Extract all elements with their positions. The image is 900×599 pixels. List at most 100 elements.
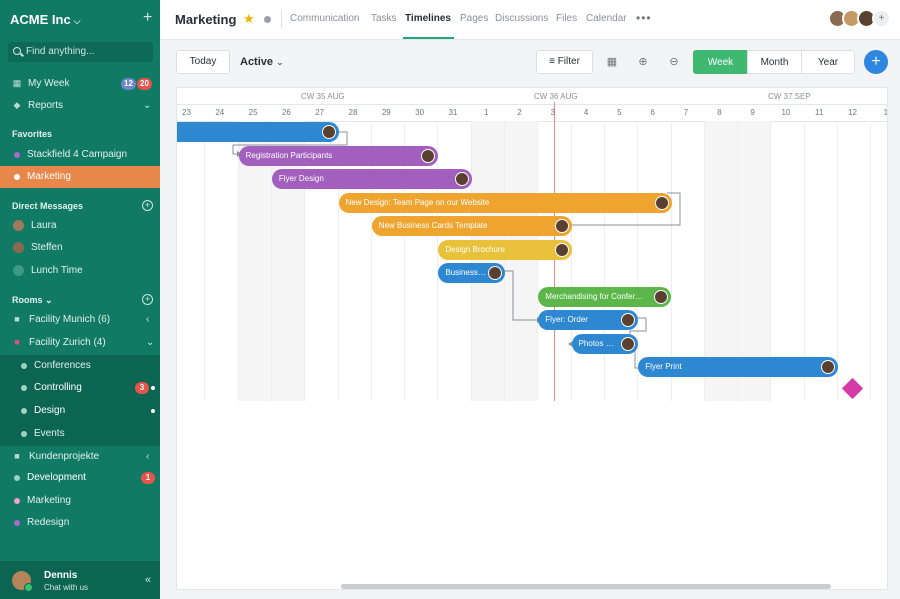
color-dot [21, 431, 27, 437]
tab-files[interactable]: Files [556, 13, 577, 24]
day-label: 10 [781, 108, 791, 117]
workspace-switcher[interactable]: ACME Inc ⌵ [10, 12, 81, 27]
sidebar-item-label: Facility Zurich (4) [29, 337, 106, 348]
rooms-heading[interactable]: Rooms ⌄ [12, 295, 53, 306]
chevron-down-icon: ⌄ [143, 100, 152, 111]
collapse-sidebar-icon[interactable]: « [145, 574, 151, 586]
sidebar-item-controlling[interactable]: Controlling 3 [0, 377, 160, 399]
tab-calendar[interactable]: Calendar [586, 13, 627, 24]
sidebar-item-dm[interactable]: Laura [0, 215, 160, 237]
calendar-icon[interactable]: ▦ [602, 52, 622, 72]
task-bar[interactable]: New Design: Team Page on our Website [338, 192, 672, 213]
task-label: Flyer: Order [545, 315, 588, 324]
user-avatar[interactable] [10, 569, 33, 592]
filter-button[interactable]: ≡ Filter [536, 50, 593, 74]
color-dot [14, 174, 20, 180]
search-input[interactable]: Find anything... [8, 42, 153, 62]
color-dot [21, 385, 27, 391]
sidebar-item-reports[interactable]: ◆ Reports ⌄ [0, 95, 160, 117]
sidebar-item-dm[interactable]: Steffen [0, 237, 160, 259]
day-label: 12 [848, 108, 857, 117]
today-button[interactable]: Today [176, 50, 230, 74]
add-member-button[interactable]: + [872, 9, 891, 28]
task-bar[interactable]: Business… [438, 263, 505, 283]
sidebar-item-label: Events [34, 428, 65, 439]
sidebar-item-design[interactable]: Design [0, 400, 160, 422]
sidebar-item-events[interactable]: Events [0, 423, 160, 445]
sidebar-item-development[interactable]: Development 1 [0, 467, 160, 489]
tab-communication[interactable]: Communication [290, 13, 359, 24]
task-label: New Design: Team Page on our Website [345, 197, 490, 207]
sidebar-item-label: Marketing [27, 171, 71, 182]
day-label: 31 [448, 108, 458, 117]
day-label: 1 [883, 108, 888, 117]
folder-icon: ■ [14, 337, 20, 347]
view-year-button[interactable]: Year [801, 50, 855, 74]
assignee-avatar [454, 172, 469, 186]
sidebar-item-label: Development [27, 472, 86, 483]
page-title: Marketing [175, 12, 237, 27]
color-dot [14, 520, 20, 526]
view-month-button[interactable]: Month [747, 50, 802, 74]
horizontal-scrollbar[interactable] [341, 584, 831, 589]
zoom-in-icon[interactable]: ⊕ [633, 52, 653, 72]
task-bar[interactable]: Registration Participants [238, 145, 439, 166]
sidebar-item-kundenprojekte[interactable]: ■ Kundenprojekte ‹ [0, 446, 160, 468]
count-badge: 20 [137, 78, 152, 90]
sidebar-item-facility-zurich[interactable]: ■ Facility Zurich (4) ⌄ [0, 332, 160, 354]
zoom-out-icon[interactable]: ⊖ [664, 52, 684, 72]
user-name[interactable]: Dennis [44, 570, 77, 581]
sidebar-item-my-week[interactable]: ▦ My Week 12 20 [0, 73, 160, 95]
chevron-left-icon: ‹ [146, 314, 150, 325]
sidebar-item-marketing[interactable]: Marketing [0, 490, 160, 512]
day-label: 25 [248, 108, 258, 117]
workspace-name: ACME Inc [10, 12, 71, 27]
task-bar[interactable]: Flyer Design [271, 169, 472, 189]
tab-pages[interactable]: Pages [460, 13, 488, 24]
sidebar-item-conferences[interactable]: Conferences [0, 355, 160, 377]
sidebar-item-favorite[interactable]: Stackfield 4 Campaign [0, 144, 160, 166]
sidebar-item-label: Controlling [34, 382, 82, 393]
task-label: Flyer Print [645, 362, 682, 371]
avatar [13, 220, 24, 231]
sidebar-item-facility-munich[interactable]: ■ Facility Munich (6) ‹ [0, 309, 160, 331]
assignee-avatar [554, 219, 569, 233]
sidebar-item-dm[interactable]: Lunch Time [0, 260, 160, 282]
status-filter-dropdown[interactable]: Active ⌄ [240, 56, 284, 68]
task-label: Flyer Design [278, 174, 324, 183]
sidebar-item-label: Conferences [34, 360, 91, 371]
tab-discussions[interactable]: Discussions [495, 13, 548, 24]
group-icon [13, 265, 24, 276]
star-icon[interactable]: ★ [243, 11, 255, 27]
add-task-button[interactable]: + [864, 50, 888, 74]
task-bar[interactable]: Flyer Print [638, 357, 838, 377]
day-label: 26 [281, 108, 291, 117]
task-bar[interactable]: Merchandising for Confer… [538, 286, 672, 307]
color-dot [21, 363, 27, 369]
sidebar-item-label: Kundenprojekte [29, 451, 100, 462]
top-bar: Marketing ★ Communication Tasks Timeline… [160, 0, 900, 40]
count-badge: 12 [121, 78, 136, 90]
view-week-button[interactable]: Week [693, 50, 748, 74]
user-status[interactable]: Chat with us [44, 583, 88, 592]
task-bar[interactable]: Design Brochure [438, 239, 572, 260]
sidebar-item-label: Design [34, 405, 66, 416]
sidebar-item-marketing-active[interactable]: Marketing [0, 166, 160, 188]
tab-timelines[interactable]: Timelines [405, 13, 451, 24]
day-label: 7 [683, 108, 689, 117]
tab-tasks[interactable]: Tasks [371, 13, 397, 24]
more-icon[interactable]: ••• [636, 11, 652, 25]
task-bar[interactable]: New Business Cards Template [371, 216, 572, 236]
zurich-subrooms: Conferences Controlling 3 Design Events [0, 355, 160, 446]
add-room-icon[interactable]: + [142, 294, 153, 305]
add-icon[interactable]: + [143, 9, 152, 27]
day-label: 28 [348, 108, 358, 117]
sidebar-item-redesign[interactable]: Redesign [0, 512, 160, 534]
add-dm-icon[interactable]: + [142, 200, 153, 211]
sidebar-item-label: My Week [28, 78, 70, 89]
task-bar[interactable] [177, 122, 339, 142]
task-label: Business… [445, 268, 486, 277]
user-footer: Dennis Chat with us « [0, 561, 160, 599]
task-bar[interactable]: Flyer: Order [538, 310, 639, 330]
task-bar[interactable]: Photos … [571, 333, 639, 354]
